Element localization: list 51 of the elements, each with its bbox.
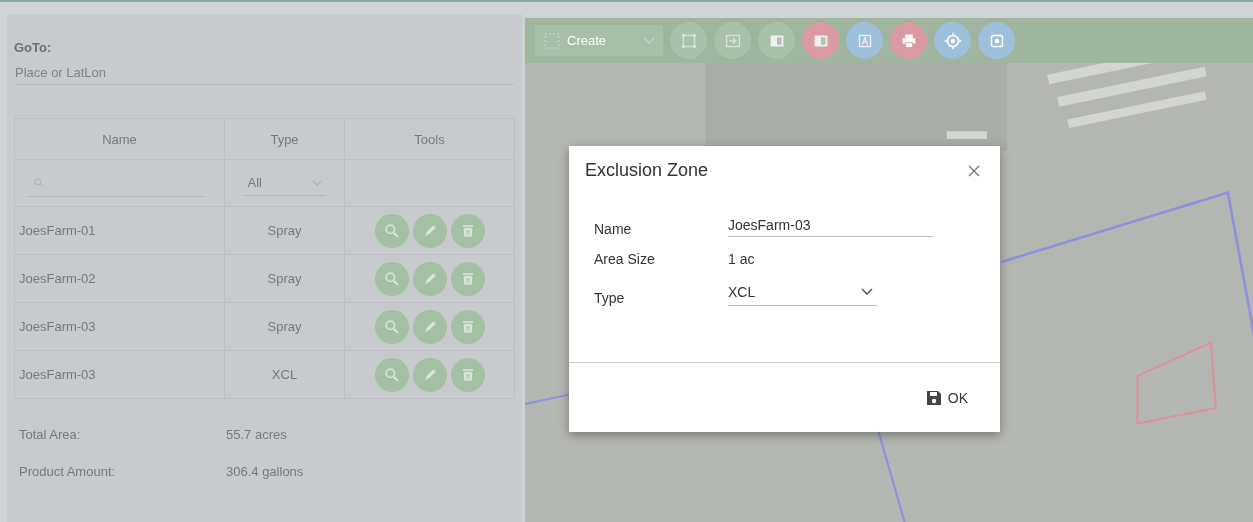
map-tool-button[interactable]: [978, 22, 1015, 59]
edit-button[interactable]: [412, 213, 447, 248]
total-label: Total Area:: [19, 427, 82, 442]
caret-icon: [643, 36, 655, 45]
total-value: 306.4 gallons: [226, 464, 305, 479]
edit-button[interactable]: [412, 357, 447, 392]
search-icon: [33, 176, 45, 189]
delete-button[interactable]: [450, 309, 485, 344]
map-tool-button[interactable]: [670, 22, 707, 59]
map-tool-button[interactable]: [758, 22, 795, 59]
field-label: Type: [594, 290, 626, 306]
area-size-value: 1 ac: [728, 251, 755, 267]
map-tool-button[interactable]: [890, 22, 927, 59]
zoom-button[interactable]: [374, 309, 409, 344]
table-cell: Spray: [225, 207, 345, 254]
chevron-down-icon: [861, 288, 873, 296]
table-cell: JoesFarm-03: [15, 303, 225, 350]
delete-button[interactable]: [450, 213, 485, 248]
ok-button[interactable]: OK: [917, 383, 976, 412]
map-tool-button[interactable]: [846, 22, 883, 59]
caret-icon: [311, 179, 322, 186]
map-tool-button[interactable]: [714, 22, 751, 59]
type-dropdown[interactable]: XCL: [728, 281, 877, 306]
name-field[interactable]: JoesFarm-03: [728, 217, 933, 237]
save-icon: [925, 389, 942, 406]
column-header: Name: [102, 131, 137, 147]
map-tool-button[interactable]: [934, 22, 971, 59]
table-cell: Spray: [225, 255, 345, 302]
map-tool-button[interactable]: [802, 22, 839, 59]
delete-button[interactable]: [450, 357, 485, 392]
table-cell: JoesFarm-01: [15, 207, 225, 254]
column-header: Tools: [414, 131, 445, 147]
total-value: 55.7 acres: [226, 427, 288, 442]
table-cell: JoesFarm-03: [15, 351, 225, 398]
dialog-title: Exclusion Zone: [585, 160, 709, 181]
field-label: Area Size: [594, 251, 656, 267]
delete-button[interactable]: [450, 261, 485, 296]
goto-label: GoTo:: [14, 40, 53, 55]
table-cell: XCL: [225, 351, 345, 398]
zoom-button[interactable]: [374, 213, 409, 248]
zoom-button[interactable]: [374, 357, 409, 392]
zoom-button[interactable]: [374, 261, 409, 296]
table-cell: JoesFarm-02: [15, 255, 225, 302]
table-cell: Spray: [225, 303, 345, 350]
total-label: Product Amount:: [19, 464, 117, 479]
column-header: Type: [270, 131, 299, 147]
field-label: Name: [594, 221, 633, 237]
edit-button[interactable]: [412, 309, 447, 344]
edit-button[interactable]: [412, 261, 447, 296]
goto-field[interactable]: Place or LatLon: [15, 59, 514, 85]
close-icon: [968, 164, 980, 177]
